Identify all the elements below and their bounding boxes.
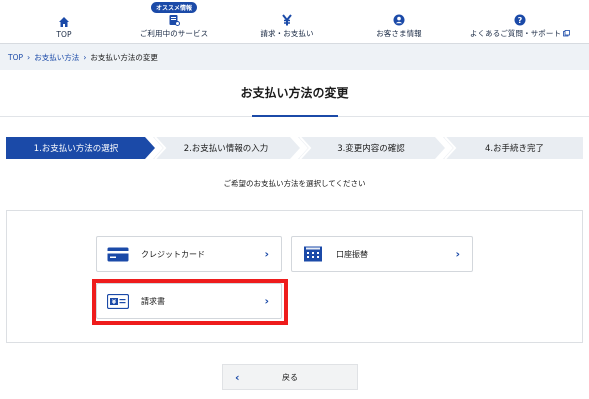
nav-item-services[interactable]: オススメ情報 ご利用中のサービス	[134, 0, 214, 44]
step-3: 3.変更内容の確認	[337, 144, 405, 154]
user-icon	[392, 13, 406, 27]
step-indicator: 1.お支払い方法の選択 2.お支払い情報の入力 3.変更内容の確認 4.お手続き…	[6, 137, 583, 159]
yen-icon	[280, 13, 294, 27]
credit-card-option[interactable]: クレジットカード ›	[96, 236, 282, 272]
breadcrumb: TOP › お支払い方法 › お支払い方法の変更	[0, 44, 589, 70]
top-navigation: TOP オススメ情報 ご利用中のサービス 請求・お支払い お客さま情報 ? よく…	[0, 0, 589, 44]
step-1: 1.お支払い方法の選択	[33, 144, 119, 154]
back-button-label: 戻る	[282, 372, 298, 382]
step-4: 4.お手続き完了	[484, 144, 545, 154]
nav-item-support[interactable]: ? よくあるご質問・サポート	[464, 0, 576, 44]
breadcrumb-separator-icon: ›	[27, 52, 31, 62]
services-icon	[167, 13, 181, 27]
home-icon	[57, 15, 71, 29]
nav-item-customer-info[interactable]: お客さま情報	[366, 0, 432, 44]
external-link-icon	[563, 30, 570, 37]
chevron-right-icon: ›	[264, 247, 269, 261]
instruction-text: ご希望のお支払い方法を選択してください	[223, 179, 366, 188]
breadcrumb-current: お支払い方法の変更	[90, 52, 158, 62]
credit-card-icon	[107, 246, 129, 262]
nav-label-customer-info: お客さま情報	[376, 29, 422, 38]
breadcrumb-link-payment-method[interactable]: お支払い方法	[34, 52, 79, 63]
svg-text:?: ?	[518, 16, 523, 25]
back-button[interactable]: ‹ 戻る	[222, 364, 358, 390]
step-2: 2.お支払い情報の入力	[183, 144, 269, 154]
breadcrumb-separator-icon: ›	[83, 52, 87, 62]
nav-item-billing[interactable]: 請求・お支払い	[252, 0, 322, 44]
bank-transfer-option[interactable]: 口座振替 ›	[291, 236, 473, 272]
bank-transfer-label: 口座振替	[336, 249, 368, 259]
breadcrumb-link-top[interactable]: TOP	[8, 53, 23, 62]
recommend-badge[interactable]: オススメ情報	[150, 2, 198, 13]
nav-label-support: よくあるご質問・サポート	[469, 29, 562, 38]
chevron-right-icon: ›	[455, 247, 460, 261]
nav-label-top: TOP	[56, 30, 72, 39]
question-icon: ?	[513, 13, 527, 27]
selection-highlight	[92, 279, 288, 325]
nav-label-billing: 請求・お支払い	[260, 29, 314, 38]
nav-item-top[interactable]: TOP	[34, 0, 94, 44]
credit-card-label: クレジットカード	[141, 249, 205, 259]
chevron-left-icon: ‹	[235, 370, 240, 384]
title-underline	[252, 115, 338, 117]
bank-icon	[302, 246, 324, 262]
page-title: お支払い方法の変更	[240, 86, 349, 100]
nav-label-services: ご利用中のサービス	[139, 29, 209, 38]
